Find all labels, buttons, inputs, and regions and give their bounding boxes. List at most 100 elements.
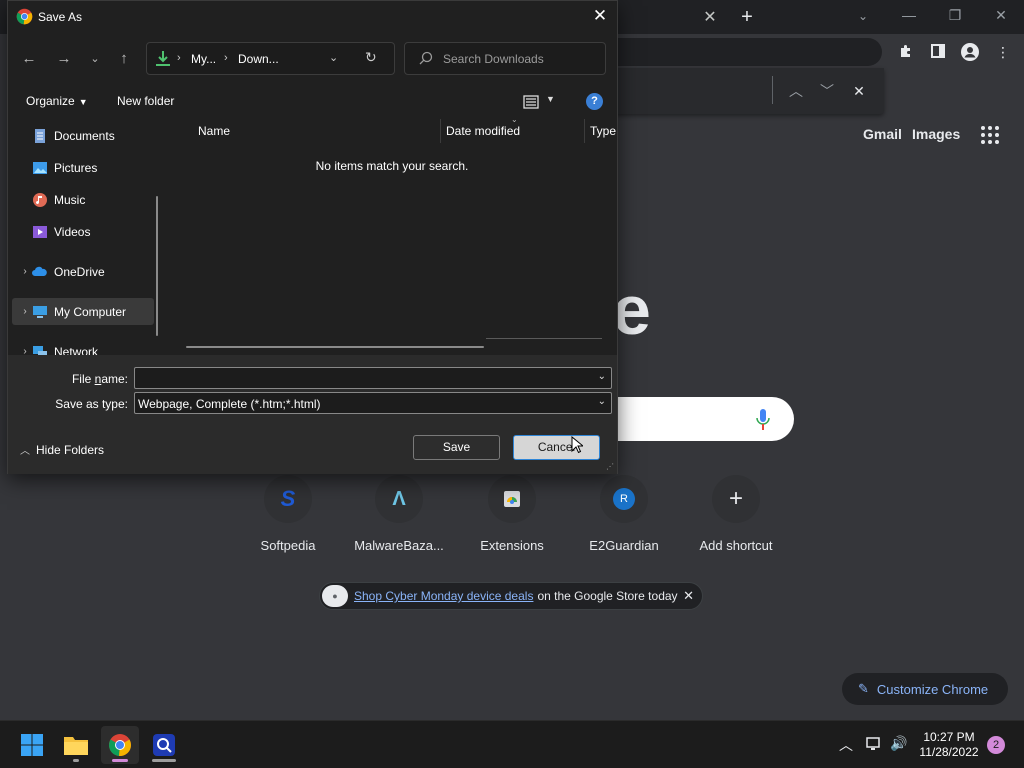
- shortcut-label: Softpedia: [260, 538, 316, 553]
- column-header-name[interactable]: Name: [198, 124, 230, 138]
- e2guardian-icon: R: [600, 475, 648, 523]
- chrome-menu-icon[interactable]: ⋮: [993, 43, 1013, 61]
- column-separator[interactable]: [584, 119, 585, 143]
- sort-chevron-icon: ⌄: [511, 115, 518, 124]
- find-previous-icon[interactable]: ︿: [785, 80, 807, 102]
- file-name-field[interactable]: ⌄: [134, 367, 612, 389]
- nav-item-label: Network: [54, 344, 99, 356]
- view-options-icon[interactable]: [523, 94, 539, 110]
- find-next-icon[interactable]: ﹀: [816, 80, 838, 102]
- shortcut-e2guardian[interactable]: R E2Guardian: [568, 475, 680, 553]
- nav-item-label: Videos: [54, 224, 91, 239]
- side-panel-icon[interactable]: [928, 43, 948, 61]
- expand-chevron-icon[interactable]: ›: [18, 266, 32, 277]
- tab-search-icon[interactable]: ⌄: [852, 6, 874, 26]
- find-bar-separator: [772, 76, 773, 104]
- magnifier-taskbar-button[interactable]: [145, 726, 183, 764]
- breadcrumb-separator: ›: [177, 52, 181, 64]
- save-as-type-label: Save as type:: [55, 397, 128, 411]
- taskbar-indicator: [152, 759, 176, 762]
- dialog-title-bar[interactable]: Save As ✕: [8, 1, 617, 33]
- hide-folders-button[interactable]: ︿ Hide Folders: [20, 442, 104, 457]
- breadcrumb-downloads[interactable]: Down...: [238, 52, 279, 66]
- volume-icon[interactable]: 🔊: [890, 735, 907, 752]
- column-header-date-modified[interactable]: Date modified: [446, 124, 520, 138]
- nav-item-music[interactable]: Music: [32, 186, 157, 213]
- google-apps-icon[interactable]: [980, 125, 1000, 145]
- recent-locations-chevron-icon[interactable]: ⌄: [84, 48, 106, 70]
- expand-chevron-icon[interactable]: ›: [18, 346, 32, 355]
- shortcut-extensions[interactable]: Extensions: [456, 475, 568, 553]
- window-close-icon[interactable]: ✕: [986, 4, 1016, 26]
- search-input[interactable]: [443, 50, 593, 68]
- nav-item-label: My Computer: [54, 304, 127, 319]
- profile-icon[interactable]: [960, 43, 980, 61]
- resize-grip-icon[interactable]: ⋰: [606, 462, 614, 471]
- horizontal-scrollbar[interactable]: [186, 346, 484, 348]
- nav-item-label: Documents: [54, 128, 115, 143]
- navigation-pane-scrollbar[interactable]: [156, 196, 158, 336]
- nav-item-onedrive[interactable]: › OneDrive: [12, 258, 154, 285]
- shortcut-add[interactable]: + Add shortcut: [680, 475, 792, 553]
- save-as-type-dropdown-icon[interactable]: ⌄: [598, 396, 606, 407]
- shortcut-malwarebazaar[interactable]: Λ MalwareBaza...: [343, 475, 455, 553]
- nav-item-network[interactable]: › Network: [12, 338, 154, 355]
- notification-count-badge[interactable]: 2: [987, 736, 1005, 754]
- new-folder-button[interactable]: New folder: [117, 94, 174, 108]
- forward-arrow-icon[interactable]: →: [53, 48, 75, 70]
- promo-image-icon: ●: [322, 585, 348, 607]
- address-dropdown-icon[interactable]: ⌄: [329, 51, 338, 64]
- minimize-icon[interactable]: —: [894, 4, 924, 26]
- nav-item-pictures[interactable]: Pictures 📌: [32, 154, 157, 181]
- cancel-button[interactable]: Cancel: [513, 435, 600, 460]
- nav-item-videos[interactable]: Videos: [32, 218, 157, 245]
- extensions-puzzle-icon[interactable]: [896, 43, 916, 61]
- nav-item-my-computer[interactable]: › My Computer: [12, 298, 154, 325]
- file-name-input[interactable]: [139, 370, 589, 386]
- new-tab-icon[interactable]: +: [736, 6, 758, 28]
- refresh-icon[interactable]: ↻: [365, 49, 377, 66]
- customize-chrome-button[interactable]: ✎ Customize Chrome: [842, 673, 1008, 705]
- chrome-taskbar-button[interactable]: [101, 726, 139, 764]
- restore-icon[interactable]: ❐: [940, 4, 970, 26]
- magnifier-icon: [153, 734, 175, 756]
- chrome-icon: [16, 8, 33, 25]
- breadcrumb-my-computer[interactable]: My...: [191, 52, 216, 66]
- documents-icon: [35, 128, 45, 143]
- onedrive-icon: [32, 266, 47, 276]
- column-separator[interactable]: [440, 119, 441, 143]
- images-link[interactable]: Images: [912, 126, 960, 142]
- promo-close-icon[interactable]: ✕: [683, 588, 694, 604]
- dialog-close-icon[interactable]: ✕: [589, 5, 611, 27]
- search-downloads-box[interactable]: [404, 42, 606, 75]
- videos-icon: [33, 225, 47, 238]
- expand-chevron-icon[interactable]: ›: [18, 306, 32, 317]
- organize-button[interactable]: Organize ▼: [26, 94, 88, 108]
- up-arrow-icon[interactable]: ↑: [113, 48, 135, 70]
- save-as-type-select[interactable]: Webpage, Complete (*.htm;*.html) ⌄: [134, 392, 612, 414]
- promo-link[interactable]: Shop Cyber Monday device deals: [354, 589, 533, 603]
- save-button[interactable]: Save: [413, 435, 500, 460]
- pencil-icon: ✎: [858, 681, 869, 696]
- view-dropdown-icon[interactable]: ▼: [546, 94, 555, 104]
- help-icon[interactable]: ?: [586, 93, 603, 110]
- back-arrow-icon[interactable]: ←: [18, 48, 40, 70]
- nav-item-label: Pictures: [54, 160, 98, 175]
- file-explorer-taskbar-button[interactable]: [57, 726, 95, 764]
- omnibox[interactable]: [600, 38, 882, 66]
- column-header-type[interactable]: Type: [590, 124, 616, 138]
- dialog-title: Save As: [38, 10, 83, 24]
- find-close-icon[interactable]: ✕: [848, 80, 870, 102]
- gmail-link[interactable]: Gmail: [863, 126, 902, 142]
- address-bar[interactable]: › My... › Down... ⌄ ↻: [146, 42, 395, 75]
- file-name-dropdown-icon[interactable]: ⌄: [598, 371, 606, 382]
- start-button[interactable]: [13, 726, 51, 764]
- tab-close-icon[interactable]: ✕: [700, 8, 720, 28]
- nav-item-documents[interactable]: Documents 📌: [32, 122, 157, 149]
- network-tray-icon[interactable]: [866, 736, 882, 755]
- navigation-pane: Documents 📌 Pictures 📌 Music Videos › On…: [9, 119, 157, 355]
- taskbar-clock[interactable]: 10:27 PM 11/28/2022: [916, 730, 982, 760]
- voice-search-mic-icon[interactable]: [756, 409, 770, 431]
- shortcut-softpedia[interactable]: S Softpedia: [232, 475, 344, 553]
- show-hidden-icons-chevron-icon[interactable]: ︿: [839, 735, 853, 755]
